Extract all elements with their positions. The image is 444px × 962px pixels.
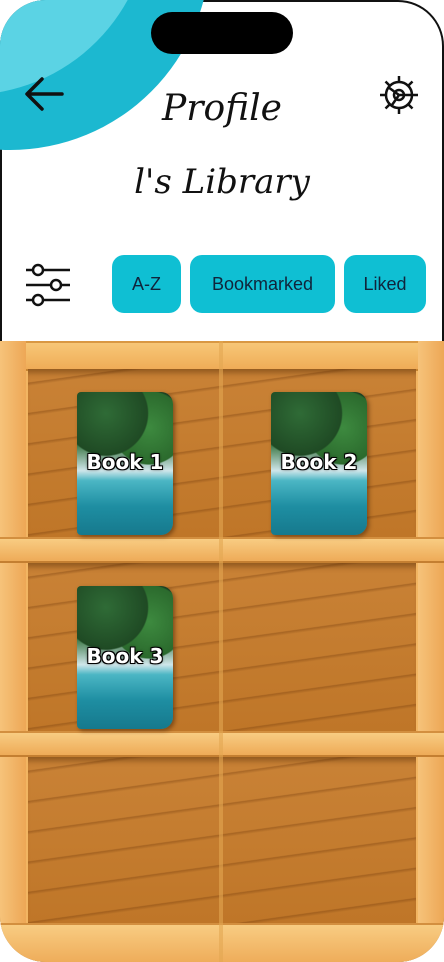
book-title: Book 2 — [280, 450, 358, 474]
book-card[interactable]: Book 3 — [77, 586, 173, 729]
shelf-right-post — [418, 341, 444, 962]
book-title: Book 3 — [86, 644, 164, 668]
filter-button[interactable] — [24, 262, 72, 308]
library-title: l's Library — [134, 162, 310, 202]
book-card[interactable]: Book 1 — [77, 392, 173, 535]
book-card[interactable]: Book 2 — [271, 392, 367, 535]
sliders-icon — [26, 263, 70, 307]
page-title: Profile — [162, 88, 282, 129]
bookshelf: Book 1 Book 2 Book 3 — [0, 341, 444, 962]
sort-az-button[interactable]: A-Z — [112, 255, 181, 313]
shelf-left-post — [0, 341, 26, 962]
phone-screen: Profile l's Library A-Z Bookmarked Liked — [0, 0, 444, 962]
camera-notch — [151, 12, 293, 54]
sort-liked-button[interactable]: Liked — [344, 255, 426, 313]
sort-bookmarked-button[interactable]: Bookmarked — [190, 255, 335, 313]
shelf-center-post — [219, 341, 223, 962]
book-title: Book 1 — [86, 450, 164, 474]
